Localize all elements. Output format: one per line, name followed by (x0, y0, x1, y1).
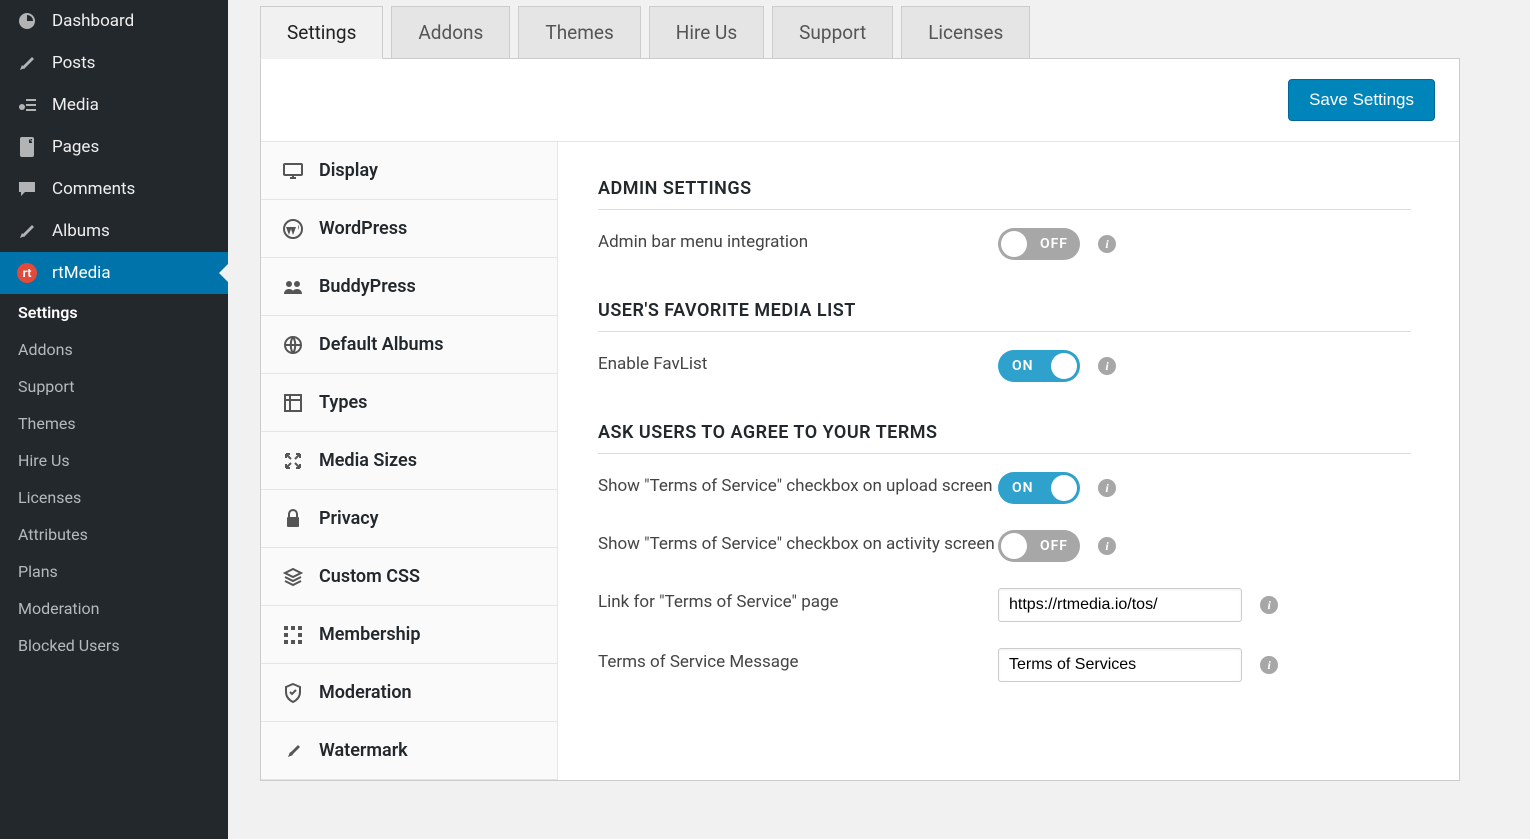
wordpress-icon (281, 219, 305, 239)
menu-label: Dashboard (52, 11, 134, 31)
submenu-licenses[interactable]: Licenses (0, 479, 228, 516)
info-icon[interactable]: i (1098, 479, 1116, 497)
snav-types[interactable]: Types (261, 374, 557, 432)
settings-panel: Save Settings Display WordPress BuddyPre… (260, 58, 1460, 781)
submenu-attributes[interactable]: Attributes (0, 516, 228, 553)
info-icon[interactable]: i (1098, 235, 1116, 253)
snav-moderation[interactable]: Moderation (261, 664, 557, 722)
tab-licenses[interactable]: Licenses (901, 6, 1030, 59)
submenu-hireus[interactable]: Hire Us (0, 442, 228, 479)
snav-buddypress[interactable]: BuddyPress (261, 258, 557, 316)
section-favlist-title: USER'S FAVORITE MEDIA LIST (598, 300, 1411, 332)
submenu-settings[interactable]: Settings (0, 294, 228, 331)
snav-privacy[interactable]: Privacy (261, 490, 557, 548)
submenu-moderation[interactable]: Moderation (0, 590, 228, 627)
menu-pages[interactable]: Pages (0, 126, 228, 168)
menu-comments[interactable]: Comments (0, 168, 228, 210)
menu-label: Posts (52, 53, 95, 73)
menu-label: Media (52, 95, 99, 115)
dashboard-icon (14, 10, 40, 32)
section-terms-title: ASK USERS TO AGREE TO YOUR TERMS (598, 422, 1411, 454)
rtmedia-icon: rt (14, 262, 40, 284)
field-label: Terms of Service Message (598, 648, 998, 672)
menu-albums[interactable]: Albums (0, 210, 228, 252)
submenu-support[interactable]: Support (0, 368, 228, 405)
buddypress-icon (281, 277, 305, 297)
tab-addons[interactable]: Addons (391, 6, 510, 59)
field-admin-bar: Admin bar menu integration OFF i (598, 228, 1411, 260)
info-icon[interactable]: i (1260, 656, 1278, 674)
pages-icon (14, 136, 40, 158)
main-content: Settings Addons Themes Hire Us Support L… (228, 0, 1530, 839)
menu-posts[interactable]: Posts (0, 42, 228, 84)
toggle-favlist[interactable]: ON (998, 350, 1080, 382)
tab-settings[interactable]: Settings (260, 6, 383, 59)
settings-side-nav: Display WordPress BuddyPress Default Alb… (261, 142, 558, 780)
info-icon[interactable]: i (1098, 537, 1116, 555)
lock-icon (281, 509, 305, 529)
wp-admin-sidebar: Dashboard Posts Media Pages Comments Alb… (0, 0, 228, 839)
info-icon[interactable]: i (1098, 357, 1116, 375)
pin-icon (281, 741, 305, 761)
input-terms-link[interactable] (998, 588, 1242, 622)
snav-default-albums[interactable]: Default Albums (261, 316, 557, 374)
snav-membership[interactable]: Membership (261, 606, 557, 664)
snav-media-sizes[interactable]: Media Sizes (261, 432, 557, 490)
submenu-plans[interactable]: Plans (0, 553, 228, 590)
toggle-terms-activity[interactable]: OFF (998, 530, 1080, 562)
pin-icon (14, 220, 40, 242)
snav-display[interactable]: Display (261, 142, 557, 200)
save-bar: Save Settings (261, 59, 1459, 142)
sizes-icon (281, 451, 305, 471)
pin-icon (14, 52, 40, 74)
snav-watermark[interactable]: Watermark (261, 722, 557, 780)
display-icon (281, 161, 305, 181)
info-icon[interactable]: i (1260, 596, 1278, 614)
settings-form: ADMIN SETTINGS Admin bar menu integratio… (558, 142, 1459, 780)
tab-support[interactable]: Support (772, 6, 893, 59)
menu-label: Albums (52, 221, 110, 241)
menu-dashboard[interactable]: Dashboard (0, 0, 228, 42)
snav-wordpress[interactable]: WordPress (261, 200, 557, 258)
menu-label: Comments (52, 179, 135, 199)
menu-media[interactable]: Media (0, 84, 228, 126)
field-label: Admin bar menu integration (598, 228, 998, 252)
field-terms-activity: Show "Terms of Service" checkbox on acti… (598, 530, 1411, 562)
media-icon (14, 94, 40, 116)
comments-icon (14, 178, 40, 200)
field-label: Link for "Terms of Service" page (598, 588, 998, 612)
menu-rtmedia[interactable]: rt rtMedia (0, 252, 228, 294)
submenu-blocked[interactable]: Blocked Users (0, 627, 228, 664)
css-icon (281, 567, 305, 587)
snav-custom-css[interactable]: Custom CSS (261, 548, 557, 606)
rtmedia-tabs: Settings Addons Themes Hire Us Support L… (260, 6, 1530, 59)
shield-icon (281, 683, 305, 703)
section-admin-title: ADMIN SETTINGS (598, 178, 1411, 210)
field-label: Enable FavList (598, 350, 998, 374)
field-terms-message: Terms of Service Message i (598, 648, 1411, 682)
tab-hireus[interactable]: Hire Us (649, 6, 764, 59)
types-icon (281, 393, 305, 413)
membership-icon (281, 625, 305, 645)
input-terms-message[interactable] (998, 648, 1242, 682)
menu-label: rtMedia (52, 263, 111, 283)
field-label: Show "Terms of Service" checkbox on uplo… (598, 472, 998, 496)
save-settings-button[interactable]: Save Settings (1288, 79, 1435, 121)
toggle-admin-bar[interactable]: OFF (998, 228, 1080, 260)
toggle-terms-upload[interactable]: ON (998, 472, 1080, 504)
field-terms-upload: Show "Terms of Service" checkbox on uplo… (598, 472, 1411, 504)
field-label: Show "Terms of Service" checkbox on acti… (598, 530, 998, 554)
submenu-addons[interactable]: Addons (0, 331, 228, 368)
globe-icon (281, 335, 305, 355)
field-terms-link: Link for "Terms of Service" page i (598, 588, 1411, 622)
field-favlist: Enable FavList ON i (598, 350, 1411, 382)
menu-label: Pages (52, 137, 99, 157)
tab-themes[interactable]: Themes (518, 6, 640, 59)
submenu-themes[interactable]: Themes (0, 405, 228, 442)
